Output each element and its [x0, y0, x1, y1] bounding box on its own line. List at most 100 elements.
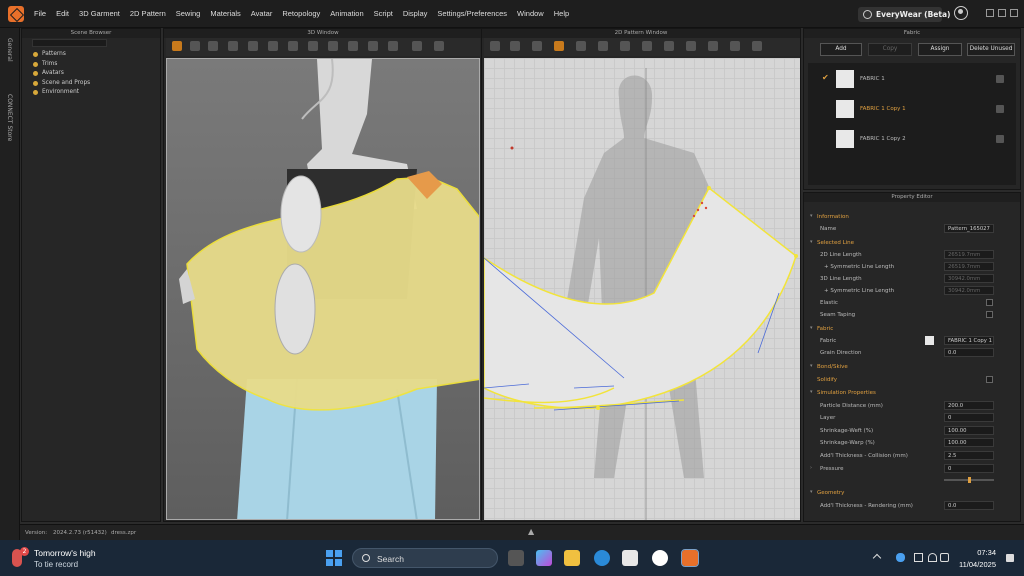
maximize-icon[interactable]: [998, 9, 1006, 17]
shirt-tool-icon[interactable]: [752, 41, 762, 51]
pin-tool-icon[interactable]: [228, 41, 238, 51]
menu-script[interactable]: Script: [374, 9, 393, 18]
notification-icon[interactable]: [1006, 554, 1014, 562]
user-account-icon[interactable]: [954, 6, 968, 20]
delete-unused-button[interactable]: Delete Unused: [967, 43, 1015, 56]
elastic-checkbox[interactable]: [986, 299, 993, 306]
polygon-tool-icon[interactable]: [532, 41, 542, 51]
volume-icon[interactable]: [940, 553, 949, 562]
cut-tool-icon[interactable]: [368, 41, 378, 51]
transform-tool-icon[interactable]: [190, 41, 200, 51]
layer-field[interactable]: 0: [944, 413, 994, 422]
edit-pattern-tool-icon[interactable]: [490, 41, 500, 51]
assign-fabric-button[interactable]: Assign: [918, 43, 962, 56]
fabric-download-icon[interactable]: [996, 135, 1004, 143]
pressure-row[interactable]: › Pressure 0: [804, 463, 1004, 475]
weather-subtitle[interactable]: To tie record: [34, 560, 78, 569]
menu-edit[interactable]: Edit: [56, 9, 69, 18]
rotate-tool-icon[interactable]: [308, 41, 318, 51]
trace-tool-icon[interactable]: [730, 41, 740, 51]
section-simulation[interactable]: ▾ Simulation Properties: [804, 387, 1004, 399]
copy-fabric-button[interactable]: Copy: [868, 43, 912, 56]
select-move-tool-icon[interactable]: [172, 41, 182, 51]
name-field[interactable]: Pattern_165027: [944, 224, 994, 233]
notch-tool-icon[interactable]: [620, 41, 630, 51]
fabric-row[interactable]: ✔ FABRIC 1: [808, 67, 1016, 91]
shrinkage-weft-field[interactable]: 100.00: [944, 426, 994, 435]
transform-pattern-tool-icon[interactable]: [510, 41, 520, 51]
shape-tool-icon[interactable]: [288, 41, 298, 51]
pleat-tool-icon[interactable]: [686, 41, 696, 51]
weather-app-icon[interactable]: [652, 550, 668, 566]
fabric-download-icon[interactable]: [996, 75, 1004, 83]
seam-taping-checkbox[interactable]: [986, 311, 993, 318]
segment-sewing-tool-icon[interactable]: [642, 41, 652, 51]
file-explorer-icon[interactable]: [564, 550, 580, 566]
wifi-icon[interactable]: [928, 553, 937, 562]
clo-app-icon[interactable]: [681, 549, 699, 567]
sew-tool-icon[interactable]: [348, 41, 358, 51]
particle-distance-field[interactable]: 200.0: [944, 401, 994, 410]
menu-settings[interactable]: Settings/Preferences: [437, 9, 507, 18]
tack-tool-icon[interactable]: [388, 41, 398, 51]
everywear-button[interactable]: EveryWear (Beta): [858, 7, 950, 22]
3d-viewport[interactable]: [166, 58, 480, 520]
store-icon[interactable]: [622, 550, 638, 566]
weather-title[interactable]: Tomorrow's high: [34, 548, 96, 558]
tray-chevron-icon[interactable]: [872, 553, 882, 563]
tree-item-avatars[interactable]: Avatars: [33, 69, 90, 79]
menu-3d-garment[interactable]: 3D Garment: [79, 9, 120, 18]
expand-panel-icon[interactable]: ▲: [528, 527, 534, 536]
display-icon[interactable]: [914, 553, 923, 562]
menu-help[interactable]: Help: [554, 9, 569, 18]
task-view-icon[interactable]: [508, 550, 524, 566]
fabric-row[interactable]: FABRIC 1 Copy 2: [808, 127, 1016, 151]
fit-tool-icon[interactable]: [328, 41, 338, 51]
avatar-tool-icon[interactable]: [412, 41, 422, 51]
close-icon[interactable]: [1010, 9, 1018, 17]
menu-retopology[interactable]: Retopology: [282, 9, 320, 18]
start-icon[interactable]: [326, 550, 342, 566]
menu-window[interactable]: Window: [517, 9, 544, 18]
menu-animation[interactable]: Animation: [330, 9, 363, 18]
fabric-select[interactable]: FABRIC 1 Copy 1: [944, 336, 994, 345]
2d-pattern-viewport[interactable]: [484, 58, 800, 520]
menu-file[interactable]: File: [34, 9, 46, 18]
tree-item-trims[interactable]: Trims: [33, 60, 90, 70]
cloud-icon[interactable]: [896, 553, 905, 562]
menu-materials[interactable]: Materials: [210, 9, 240, 18]
dart-tool-icon[interactable]: [598, 41, 608, 51]
rendering-thickness-field[interactable]: 0.0: [944, 501, 994, 510]
tree-item-environment[interactable]: Environment: [33, 88, 90, 98]
section-bond-skive[interactable]: ▾ Bond/Skive: [804, 361, 1004, 373]
pressure-field[interactable]: 0: [944, 464, 994, 473]
tree-item-patterns[interactable]: Patterns: [33, 50, 90, 60]
menu-2d-pattern[interactable]: 2D Pattern: [130, 9, 166, 18]
grain-direction-field[interactable]: 0.0: [944, 348, 994, 357]
tab-general[interactable]: General: [6, 38, 13, 62]
menu-avatar[interactable]: Avatar: [251, 9, 273, 18]
free-sewing-tool-icon[interactable]: [664, 41, 674, 51]
pressure-slider-handle[interactable]: [968, 477, 971, 483]
section-information[interactable]: ▾ Information: [804, 211, 1004, 223]
solidify-checkbox[interactable]: [986, 376, 993, 383]
fabric-row[interactable]: FABRIC 1 Copy 1: [808, 97, 1016, 121]
box-select-tool-icon[interactable]: [208, 41, 218, 51]
fold-tool-icon[interactable]: [268, 41, 278, 51]
fabric-download-icon[interactable]: [996, 105, 1004, 113]
shrinkage-warp-field[interactable]: 100.00: [944, 438, 994, 447]
rectangle-tool-icon[interactable]: [554, 41, 564, 51]
gather-tool-icon[interactable]: [708, 41, 718, 51]
taskbar-search[interactable]: Search: [352, 548, 498, 568]
scene-search-input[interactable]: [32, 39, 107, 47]
section-fabric[interactable]: ▾ Fabric: [804, 323, 1004, 335]
menu-display[interactable]: Display: [403, 9, 428, 18]
section-selected-line[interactable]: ▾ Selected Line: [804, 237, 1004, 249]
view-tool-icon[interactable]: [434, 41, 444, 51]
collision-thickness-field[interactable]: 2.5: [944, 451, 994, 460]
minimize-icon[interactable]: [986, 9, 994, 17]
copilot-icon[interactable]: [536, 550, 552, 566]
menu-sewing[interactable]: Sewing: [176, 9, 201, 18]
measure-tool-icon[interactable]: [248, 41, 258, 51]
clock-time[interactable]: 07:34: [950, 548, 996, 557]
